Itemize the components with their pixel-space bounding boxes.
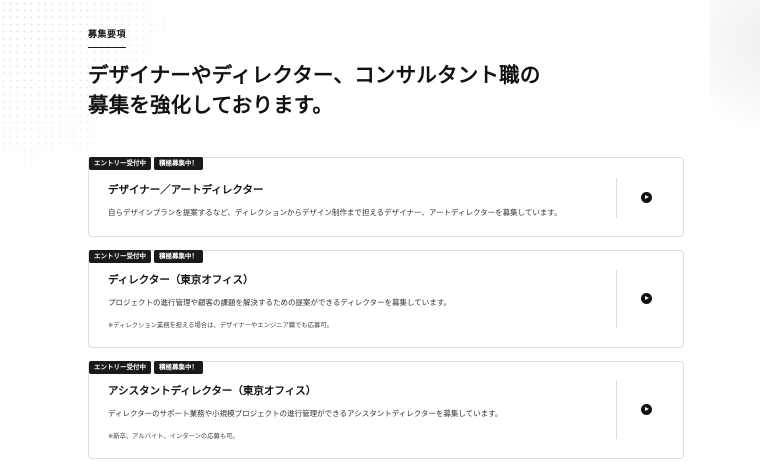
job-card-assistant-director[interactable]: エントリー受付中 積極募集中！ アシスタントディレクター（東京オフィス） ディレ… <box>88 361 684 459</box>
arrow-circle-right-icon[interactable] <box>641 404 652 415</box>
job-card-designer[interactable]: エントリー受付中 積極募集中！ デザイナー／アートディレクター 自らデザインプラ… <box>88 157 684 237</box>
job-title: ディレクター（東京オフィス） <box>108 274 254 286</box>
badge-group: エントリー受付中 積極募集中！ <box>89 361 203 374</box>
actively-hiring-badge: 積極募集中！ <box>154 157 203 170</box>
badge-group: エントリー受付中 積極募集中！ <box>89 157 203 170</box>
job-note: ※新卒、アルバイト、インターンの応募も可。 <box>108 433 239 440</box>
heading-line-1: デザイナーやディレクター、コンサルタント職の <box>88 63 541 87</box>
entry-open-badge: エントリー受付中 <box>89 250 151 263</box>
page-heading: デザイナーやディレクター、コンサルタント職の 募集を強化しております。 <box>88 60 541 120</box>
badge-group: エントリー受付中 積極募集中！ <box>89 250 203 263</box>
job-note: ※ディレクション業務を担える場合は、デザイナーやエンジニア職でも応募可。 <box>108 322 333 329</box>
section-label: 募集要項 <box>88 27 127 48</box>
arrow-circle-right-icon[interactable] <box>641 192 652 203</box>
arrow-circle-right-icon[interactable] <box>641 293 652 304</box>
job-title: アシスタントディレクター（東京オフィス） <box>108 385 317 397</box>
arc-decoration <box>710 0 760 160</box>
card-divider <box>616 178 617 218</box>
job-description: ディレクターのサポート業務や小規模プロジェクトの進行管理ができるアシスタントディ… <box>108 409 503 418</box>
job-title: デザイナー／アートディレクター <box>108 184 264 196</box>
entry-open-badge: エントリー受付中 <box>89 157 151 170</box>
job-card-director[interactable]: エントリー受付中 積極募集中！ ディレクター（東京オフィス） プロジェクトの進行… <box>88 250 684 348</box>
actively-hiring-badge: 積極募集中！ <box>154 361 203 374</box>
job-description: 自らデザインプランを提案するなど、ディレクションからデザイン制作まで担えるデザイ… <box>108 208 562 217</box>
card-divider <box>616 270 617 328</box>
heading-line-2: 募集を強化しております。 <box>88 93 334 117</box>
card-divider <box>616 381 617 439</box>
job-description: プロジェクトの進行管理や顧客の課題を解決するための提案ができるディレクターを募集… <box>108 298 452 307</box>
actively-hiring-badge: 積極募集中！ <box>154 250 203 263</box>
entry-open-badge: エントリー受付中 <box>89 361 151 374</box>
